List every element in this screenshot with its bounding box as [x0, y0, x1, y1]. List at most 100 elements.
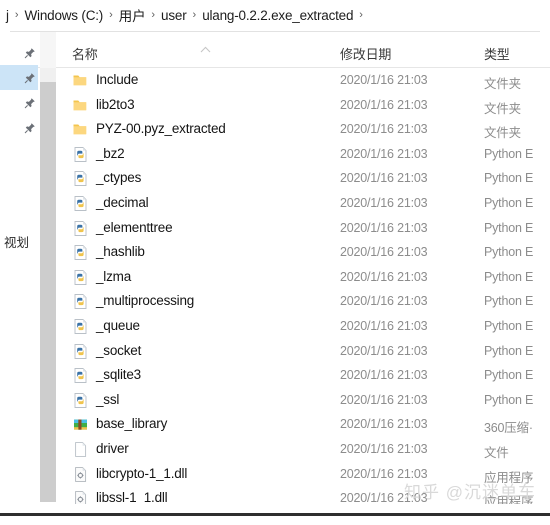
file-type: Python E	[484, 220, 534, 235]
file-name[interactable]: _multiprocessing	[96, 293, 194, 308]
file-type: Python E	[484, 196, 534, 210]
file-row[interactable]: driver 2020/1/16 21:03 文件	[56, 437, 550, 462]
breadcrumb-item-4[interactable]: user	[161, 8, 187, 23]
file-date-modified: 2020/1/16 21:03	[340, 392, 428, 407]
file-type: Python E	[484, 269, 534, 284]
file-row[interactable]: _bz2 2020/1/16 21:03 Python E	[56, 142, 550, 167]
archive-icon	[72, 416, 89, 433]
file-row[interactable]: _hashlib 2020/1/16 21:03 Python E	[56, 240, 550, 265]
file-row[interactable]: _ssl 2020/1/16 21:03 Python E	[56, 388, 550, 413]
sidebar-item-4[interactable]	[0, 115, 38, 140]
breadcrumb-separator-icon: ›	[14, 9, 19, 21]
dll-file-icon	[72, 490, 89, 504]
file-name[interactable]: driver	[96, 441, 129, 456]
file-explorer-window: j › Windows (C:) › 用户 › user › ulang-0.2.2.exe_e…	[0, 0, 550, 525]
file-name[interactable]: _sqlite3	[96, 367, 141, 382]
vertical-scrollbar[interactable]	[40, 32, 56, 502]
file-row[interactable]: base_library 2020/1/16 21:03 360压缩·	[56, 412, 550, 437]
pin-icon	[24, 96, 36, 114]
file-row[interactable]: Include 2020/1/16 21:03 文件夹	[56, 68, 550, 93]
file-name[interactable]: _decimal	[96, 195, 149, 210]
file-row[interactable]: _ctypes 2020/1/16 21:03 Python E	[56, 166, 550, 191]
sidebar-item-2[interactable]	[0, 65, 38, 90]
file-name[interactable]: Include	[96, 72, 138, 87]
column-header-date-modified[interactable]: 修改日期	[340, 44, 391, 63]
breadcrumb-divider	[10, 31, 540, 32]
breadcrumb-separator-icon: ›	[109, 9, 113, 21]
python-file-icon	[72, 195, 89, 212]
breadcrumb-item-5[interactable]: ulang-0.2.2.exe_extracted	[202, 8, 353, 23]
file-type: Python E	[484, 146, 534, 161]
file-date-modified: 2020/1/16 21:03	[340, 319, 428, 333]
folder-icon	[72, 121, 89, 138]
file-type: Python E	[484, 171, 534, 186]
folder-icon	[72, 72, 89, 89]
file-date-modified: 2020/1/16 21:03	[340, 97, 428, 112]
file-name[interactable]: PYZ-00.pyz_extracted	[96, 121, 226, 136]
file-name[interactable]: _ctypes	[96, 170, 141, 185]
scrollbar-thumb[interactable]	[40, 82, 56, 502]
file-row[interactable]: _elementtree 2020/1/16 21:03 Python E	[56, 216, 550, 241]
file-date-modified: 2020/1/16 21:03	[340, 269, 428, 284]
file-date-modified: 2020/1/16 21:03	[340, 294, 428, 309]
breadcrumb-item-1[interactable]: j	[6, 8, 9, 23]
file-row[interactable]: _socket 2020/1/16 21:03 Python E	[56, 339, 550, 364]
file-date-modified: 2020/1/16 21:03	[340, 245, 428, 260]
column-header-type[interactable]: 类型	[484, 44, 510, 63]
file-row[interactable]: _lzma 2020/1/16 21:03 Python E	[56, 265, 550, 290]
file-row[interactable]: PYZ-00.pyz_extracted 2020/1/16 21:03 文件夹	[56, 117, 550, 142]
breadcrumb-item-3[interactable]: 用户	[119, 5, 146, 25]
sidebar-item-1[interactable]	[0, 40, 38, 65]
file-row[interactable]: libssl-1_1.dll 2020/1/16 21:03 应用程序	[56, 486, 550, 504]
file-date-modified: 2020/1/16 21:03	[340, 466, 428, 481]
file-type: 360压缩·	[484, 421, 533, 436]
python-file-icon	[72, 220, 89, 237]
sidebar-item-3[interactable]	[0, 90, 38, 115]
python-file-icon	[72, 244, 89, 261]
breadcrumb-item-2[interactable]: Windows (C:)	[24, 8, 103, 23]
dll-file-icon	[72, 466, 89, 483]
file-type: 文件夹	[484, 77, 521, 91]
scrollbar-up-button[interactable]	[40, 32, 56, 68]
breadcrumb[interactable]: j › Windows (C:) › 用户 › user › ulang-0.2.2.exe_e…	[0, 0, 550, 30]
file-date-modified: 2020/1/16 21:03	[340, 220, 428, 235]
file-name[interactable]: _queue	[96, 318, 140, 333]
column-header-name[interactable]: 名称	[72, 44, 98, 63]
blank-file-icon	[72, 441, 89, 458]
file-row[interactable]: libcrypto-1_1.dll 2020/1/16 21:03 应用程序	[56, 462, 550, 487]
file-name[interactable]: lib2to3	[96, 97, 135, 112]
file-row[interactable]: _multiprocessing 2020/1/16 21:03 Python E	[56, 289, 550, 314]
pin-icon	[24, 46, 36, 64]
file-name[interactable]: _elementtree	[96, 220, 173, 235]
file-date-modified: 2020/1/16 21:03	[340, 73, 428, 87]
file-date-modified: 2020/1/16 21:03	[340, 343, 428, 358]
sidebar-clipped-label[interactable]: 视划	[4, 232, 38, 251]
file-type: Python E	[484, 294, 534, 309]
file-name[interactable]: _bz2	[96, 146, 125, 161]
file-row[interactable]: lib2to3 2020/1/16 21:03 文件夹	[56, 93, 550, 118]
file-name[interactable]: _socket	[96, 343, 141, 358]
file-row[interactable]: _decimal 2020/1/16 21:03 Python E	[56, 191, 550, 216]
file-name[interactable]: _hashlib	[96, 244, 145, 259]
python-file-icon	[72, 146, 89, 163]
file-name[interactable]: _ssl	[96, 392, 119, 407]
file-type: 应用程序	[484, 495, 534, 504]
bottom-left-filler	[0, 505, 40, 513]
file-row[interactable]: _queue 2020/1/16 21:03 Python E	[56, 314, 550, 339]
file-date-modified: 2020/1/16 21:03	[340, 171, 428, 186]
file-date-modified: 2020/1/16 21:03	[340, 146, 428, 161]
file-type: Python E	[484, 245, 534, 260]
file-type: 文件夹	[484, 101, 521, 116]
file-name[interactable]: _lzma	[96, 269, 131, 284]
file-name[interactable]: base_library	[96, 416, 167, 431]
file-row[interactable]: _sqlite3 2020/1/16 21:03 Python E	[56, 363, 550, 388]
file-list[interactable]: Include 2020/1/16 21:03 文件夹 lib2to3 2020/1/1…	[56, 68, 550, 504]
file-date-modified: 2020/1/16 21:03	[340, 491, 428, 504]
python-file-icon	[72, 343, 89, 360]
breadcrumb-separator-icon: ›	[151, 9, 156, 21]
file-name[interactable]: libssl-1_1.dll	[96, 490, 168, 504]
file-type: 应用程序	[484, 470, 534, 485]
file-name[interactable]: libcrypto-1_1.dll	[96, 466, 187, 481]
pin-icon	[24, 71, 36, 89]
file-date-modified: 2020/1/16 21:03	[340, 122, 428, 137]
